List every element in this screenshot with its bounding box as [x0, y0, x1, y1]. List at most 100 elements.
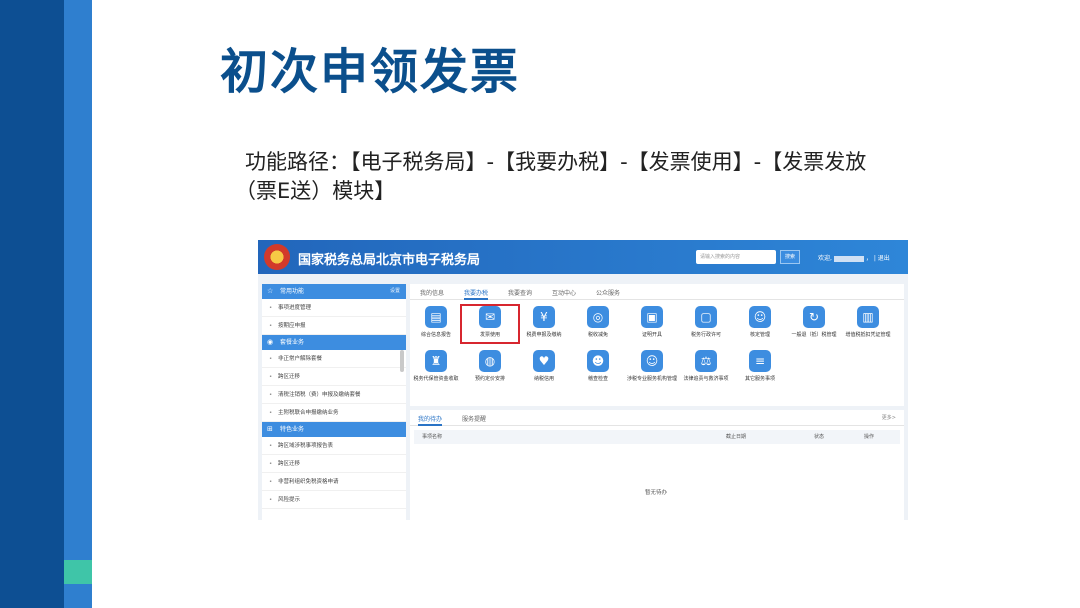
refund-icon: ↻ — [803, 306, 825, 328]
function-label: 稽查检查 — [587, 376, 608, 382]
todo-panel: 我的待办 服务提醒 更多> 事项名称 截止日期 状态 操作 暂无待办 — [410, 410, 904, 520]
search-input[interactable]: 请输入搜索的内容 — [696, 250, 776, 264]
certificate-icon: ▣ — [641, 306, 663, 328]
column-header: 事项名称 — [422, 434, 443, 440]
function-label: 综合信息报告 — [420, 332, 451, 338]
function-label: 涉税专业服务机构管理 — [626, 376, 677, 382]
function-item[interactable]: ☻ 稽查检查 — [570, 350, 626, 386]
function-item[interactable]: ▤ 综合信息报告 — [408, 306, 464, 342]
tax-payment-icon: ¥ — [533, 306, 555, 328]
sidebar-item[interactable]: 非正常户解除套餐 — [262, 350, 406, 368]
more-link[interactable]: 更多> — [882, 414, 896, 421]
function-label: 税收减免 — [587, 332, 608, 338]
welcome-area: 欢迎, ， | 退出 — [818, 253, 890, 262]
function-item[interactable]: ◎ 税收减免 — [570, 306, 626, 342]
function-path-line-1: 功能路径：【电子税务局】-【我要办税】-【发票使用】-【发票发放 — [245, 150, 867, 174]
settings-link[interactable]: 设置 — [390, 284, 400, 299]
left-accent-bar-light — [64, 0, 92, 608]
tab-my-todo[interactable]: 我的待办 — [418, 414, 443, 426]
grid-icon: ⊞ — [267, 425, 273, 433]
todo-tabs: 我的待办 服务提醒 更多> — [410, 410, 904, 426]
function-item[interactable]: ✉ 发票使用 — [460, 304, 520, 344]
welcome-suffix: ， — [865, 255, 872, 262]
site-header: 国家税务总局北京市电子税务局 请输入搜索的内容 搜索 欢迎, ， | 退出 — [258, 240, 908, 274]
sidebar-item[interactable]: 事项进度管理 — [262, 299, 406, 317]
sidebar-section-title: 套餐业务 — [280, 339, 305, 346]
function-path-text: 功能路径：【电子税务局】-【我要办税】-【发票使用】-【发票发放 （票E送）模块… — [235, 148, 935, 206]
tab-do-tax[interactable]: 我要办税 — [464, 288, 489, 300]
function-item[interactable]: ⚖ 法律追责与救济事项 — [678, 350, 734, 386]
tab-interaction[interactable]: 互动中心 — [552, 288, 576, 297]
function-label: 预约定价安排 — [474, 376, 505, 382]
sidebar-section-title: 常用功能 — [280, 288, 305, 295]
sidebar-section-featured[interactable]: ⊞ 特色业务 — [262, 422, 406, 437]
function-item[interactable]: ☺ 涉税专业服务机构管理 — [624, 350, 680, 386]
sidebar: ☆ 常用功能 设置 事项进度管理 按期应申报 ◉ 套餐业务 非正常户解除套餐 跨… — [262, 284, 406, 520]
column-header: 截止日期 — [726, 434, 747, 440]
inspection-icon: ☻ — [587, 350, 609, 372]
function-item[interactable]: ▥ 增值税抵扣凭证管理 — [840, 306, 896, 342]
sidebar-item[interactable]: 按期应申报 — [262, 317, 406, 335]
pricing-icon: ◍ — [479, 350, 501, 372]
invoice-icon: ✉ — [479, 306, 501, 328]
verify-icon: ☺ — [749, 306, 771, 328]
column-header: 操作 — [864, 434, 875, 440]
left-accent-bar — [0, 0, 64, 608]
sidebar-item[interactable]: 主附税联合申报缴纳业务 — [262, 404, 406, 422]
main-panel: 我的信息 我要办税 我要查询 互动中心 公众服务 ▤ 综合信息报告 ✉ 发票使用 ¥ 税费… — [410, 284, 904, 406]
function-path-line-2: （票E送）模块】 — [235, 179, 396, 203]
function-label: 税务代保管资金收取 — [413, 376, 459, 382]
function-label: 其它服务事项 — [744, 376, 775, 382]
e-tax-bureau-screenshot: 国家税务总局北京市电子税务局 请输入搜索的内容 搜索 欢迎, ， | 退出 ☆ 常… — [258, 240, 908, 520]
function-label: 增值税抵扣凭证管理 — [845, 332, 891, 338]
sidebar-item[interactable]: 跨区迁移 — [262, 368, 406, 386]
welcome-text: 欢迎, — [818, 255, 832, 262]
main-tabs: 我的信息 我要办税 我要查询 互动中心 公众服务 — [410, 284, 904, 300]
tab-query[interactable]: 我要查询 — [508, 288, 532, 297]
sidebar-item[interactable]: 跨区域涉税事项报告表 — [262, 437, 406, 455]
function-label: 核定管理 — [749, 332, 770, 338]
sidebar-scrollbar[interactable] — [400, 350, 404, 372]
sidebar-section-title: 特色业务 — [280, 426, 305, 433]
agency-icon: ☺ — [641, 350, 663, 372]
sidebar-section-package[interactable]: ◉ 套餐业务 — [262, 335, 406, 350]
masked-username — [833, 255, 864, 262]
function-item[interactable]: ↻ 一般退（抵）税管理 — [786, 306, 842, 342]
star-icon: ☆ — [267, 287, 274, 295]
function-label: 一般退（抵）税管理 — [791, 332, 837, 338]
function-label: 证明开具 — [641, 332, 662, 338]
function-item[interactable]: ♜ 税务代保管资金收取 — [408, 350, 464, 386]
slide-title: 初次申领发票 — [220, 44, 521, 100]
permit-icon: ▢ — [695, 306, 717, 328]
function-item[interactable]: ▢ 税务行政许可 — [678, 306, 734, 342]
law-icon: ⚖ — [695, 350, 717, 372]
sidebar-item[interactable]: 跨区迁移 — [262, 455, 406, 473]
sidebar-item[interactable]: 非营利组织免税资格申请 — [262, 473, 406, 491]
function-item[interactable]: ▣ 证明开具 — [624, 306, 680, 342]
function-label: 法律追责与救济事项 — [683, 376, 729, 382]
function-item[interactable]: ♥ 纳税信用 — [516, 350, 572, 386]
sidebar-item[interactable]: 风险提示 — [262, 491, 406, 509]
tax-emblem-icon — [264, 244, 290, 270]
logout-link[interactable]: | 退出 — [874, 255, 890, 262]
function-label: 发票使用 — [479, 332, 500, 338]
function-item[interactable]: ◍ 预约定价安排 — [462, 350, 518, 386]
function-label: 纳税信用 — [533, 376, 554, 382]
function-label: 税费申报及缴纳 — [526, 332, 562, 338]
document-icon: ▤ — [425, 306, 447, 328]
function-item[interactable]: ≡ 其它服务事项 — [732, 350, 788, 386]
column-header: 状态 — [814, 434, 825, 440]
sidebar-section-common[interactable]: ☆ 常用功能 设置 — [262, 284, 406, 299]
function-item[interactable]: ☺ 核定管理 — [732, 306, 788, 342]
credit-icon: ♥ — [533, 350, 555, 372]
tab-public-service[interactable]: 公众服务 — [596, 288, 620, 297]
todo-table-header: 事项名称 截止日期 状态 操作 — [414, 430, 900, 444]
search-button[interactable]: 搜索 — [780, 250, 800, 264]
function-label: 税务行政许可 — [690, 332, 721, 338]
tab-service-reminder[interactable]: 服务提醒 — [462, 414, 486, 423]
package-icon: ◉ — [267, 338, 274, 346]
tax-relief-icon: ◎ — [587, 306, 609, 328]
function-item[interactable]: ¥ 税费申报及缴纳 — [516, 306, 572, 342]
tab-my-info[interactable]: 我的信息 — [420, 288, 444, 297]
sidebar-item[interactable]: 清税注销税（费）申报及缴纳套餐 — [262, 386, 406, 404]
